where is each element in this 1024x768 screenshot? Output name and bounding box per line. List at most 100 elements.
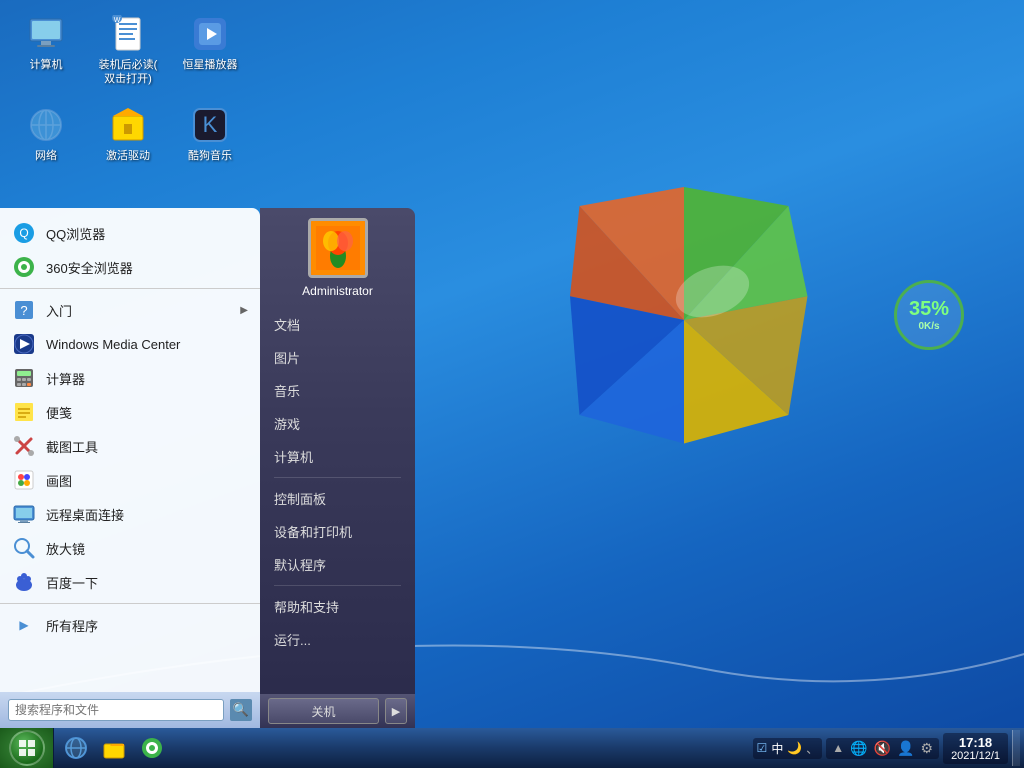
- right-item-run[interactable]: 运行...: [260, 623, 415, 656]
- show-desktop-button[interactable]: [1012, 730, 1020, 766]
- network-speed: 0K/s: [918, 321, 939, 332]
- music-icon-label: 酷狗音乐: [188, 149, 232, 163]
- svg-text:Q: Q: [19, 226, 28, 240]
- windows-logo: [494, 130, 874, 510]
- right-item-help[interactable]: 帮助和支持: [260, 590, 415, 623]
- start-search-input[interactable]: [8, 699, 224, 721]
- ime-checkbox: ☑: [757, 741, 768, 755]
- start-item-magnifier[interactable]: 放大镜: [0, 531, 260, 565]
- desktop-icon-computer[interactable]: 计算机: [10, 10, 82, 91]
- shutdown-bar: 关机 ▶: [260, 694, 415, 728]
- right-item-control-panel[interactable]: 控制面板: [260, 482, 415, 515]
- start-item-remote[interactable]: 远程桌面连接: [0, 497, 260, 531]
- systray-volume-icon[interactable]: 🔇: [874, 740, 891, 757]
- remote-icon: [12, 502, 36, 526]
- intro-label: 入门: [46, 301, 230, 320]
- right-item-music[interactable]: 音乐: [260, 374, 415, 407]
- network-icon: [26, 105, 66, 145]
- systray-network-icon[interactable]: 🌐: [850, 740, 867, 757]
- desktop-icon-setup[interactable]: W 装机后必读(双击打开): [92, 10, 164, 91]
- remote-label: 远程桌面连接: [46, 505, 248, 524]
- user-name: Administrator: [302, 284, 373, 298]
- start-item-qq-browser[interactable]: Q QQ浏览器: [0, 216, 260, 250]
- svg-text:K: K: [203, 112, 218, 137]
- start-orb: [9, 730, 45, 766]
- start-item-snip[interactable]: 截图工具: [0, 429, 260, 463]
- systray-settings-icon[interactable]: ⚙: [921, 740, 934, 757]
- start-item-all-programs[interactable]: ▶ 所有程序: [0, 608, 260, 642]
- right-item-devices[interactable]: 设备和打印机: [260, 515, 415, 548]
- right-item-computer[interactable]: 计算机: [260, 440, 415, 473]
- systray: ▲ 🌐 🔇 👤 ⚙: [826, 738, 939, 759]
- start-item-calculator[interactable]: 计算器: [0, 361, 260, 395]
- magnifier-label: 放大镜: [46, 539, 248, 558]
- taskbar: ☑ 中 🌙 、 ▲ 🌐 🔇 👤 ⚙ 17:18 2021/12/1: [0, 728, 1024, 768]
- 360-browser-icon: [12, 255, 36, 279]
- qq-browser-icon: Q: [12, 221, 36, 245]
- media-player-icon: [190, 14, 230, 54]
- right-item-pictures[interactable]: 图片: [260, 341, 415, 374]
- desktop-icon-row-2: 网络 激活驱动 K: [10, 101, 246, 167]
- systray-expand-icon[interactable]: ▲: [832, 741, 844, 755]
- ime-punc-icon: 、: [806, 740, 818, 757]
- right-item-default[interactable]: 默认程序: [260, 548, 415, 581]
- intro-arrow: ▶: [240, 305, 248, 316]
- taskbar-explorer-icon[interactable]: [96, 730, 132, 766]
- right-item-documents[interactable]: 文档: [260, 308, 415, 341]
- search-button[interactable]: 🔍: [230, 699, 252, 721]
- computer-icon-label: 计算机: [30, 58, 63, 72]
- svg-text:?: ?: [20, 303, 27, 318]
- 360-browser-label: 360安全浏览器: [46, 258, 248, 277]
- desktop-icon-driver[interactable]: 激活驱动: [92, 101, 164, 167]
- network-speed-widget: 35% 0K/s: [894, 280, 964, 350]
- right-divider-1: [274, 477, 401, 478]
- start-item-paint[interactable]: 画图: [0, 463, 260, 497]
- clock-time: 17:18: [951, 735, 1000, 750]
- media-player-icon-label: 恒星播放器: [183, 58, 238, 72]
- intro-icon: ?: [12, 298, 36, 322]
- clock-area[interactable]: 17:18 2021/12/1: [943, 733, 1008, 764]
- sticky-label: 便笺: [46, 403, 248, 422]
- systray-user-icon: 👤: [897, 740, 914, 757]
- setup-icon: W: [108, 14, 148, 54]
- network-percent: 35%: [909, 298, 949, 321]
- snip-icon: [12, 434, 36, 458]
- desktop-icon-row-1: 计算机 W 装机后必读(双击打开): [10, 10, 246, 91]
- driver-icon-label: 激活驱动: [106, 149, 150, 163]
- all-programs-label: 所有程序: [46, 616, 248, 635]
- shutdown-button[interactable]: 关机: [268, 698, 379, 724]
- desktop: 计算机 W 装机后必读(双击打开): [0, 0, 1024, 768]
- start-item-360-browser[interactable]: 360安全浏览器: [0, 250, 260, 284]
- setup-icon-label: 装机后必读(双击打开): [99, 58, 158, 87]
- start-menu-left: Q QQ浏览器 360安全浏览器: [0, 208, 260, 728]
- start-item-media-center[interactable]: Windows Media Center: [0, 327, 260, 361]
- start-item-sticky[interactable]: 便笺: [0, 395, 260, 429]
- desktop-icon-network[interactable]: 网络: [10, 101, 82, 167]
- start-item-intro[interactable]: ? 入门 ▶: [0, 293, 260, 327]
- right-item-games[interactable]: 游戏: [260, 407, 415, 440]
- start-button[interactable]: [0, 728, 54, 768]
- desktop-icon-media-player[interactable]: 恒星播放器: [174, 10, 246, 91]
- baidu-icon: [12, 570, 36, 594]
- ime-label[interactable]: 中: [771, 740, 783, 757]
- start-divider-1: [0, 288, 260, 289]
- start-divider-2: [0, 603, 260, 604]
- sticky-icon: [12, 400, 36, 424]
- magnifier-icon: [12, 536, 36, 560]
- taskbar-right: ☑ 中 🌙 、 ▲ 🌐 🔇 👤 ⚙ 17:18 2021/12/1: [753, 730, 1024, 766]
- all-programs-icon: ▶: [12, 613, 36, 637]
- desktop-icon-music[interactable]: K 酷狗音乐: [174, 101, 246, 167]
- paint-label: 画图: [46, 471, 248, 490]
- taskbar-pinned-icons: [54, 730, 174, 766]
- music-icon: K: [190, 105, 230, 145]
- start-item-baidu[interactable]: 百度一下: [0, 565, 260, 599]
- qq-browser-label: QQ浏览器: [46, 224, 248, 243]
- start-menu-items: Q QQ浏览器 360安全浏览器: [0, 208, 260, 692]
- desktop-icons-area: 计算机 W 装机后必读(双击打开): [10, 10, 246, 177]
- baidu-label: 百度一下: [46, 573, 248, 592]
- start-menu: Q QQ浏览器 360安全浏览器: [0, 208, 415, 728]
- taskbar-ie-icon[interactable]: [134, 730, 170, 766]
- shutdown-arrow-button[interactable]: ▶: [385, 698, 407, 724]
- ime-moon-icon: 🌙: [787, 741, 802, 755]
- taskbar-network-icon[interactable]: [58, 730, 94, 766]
